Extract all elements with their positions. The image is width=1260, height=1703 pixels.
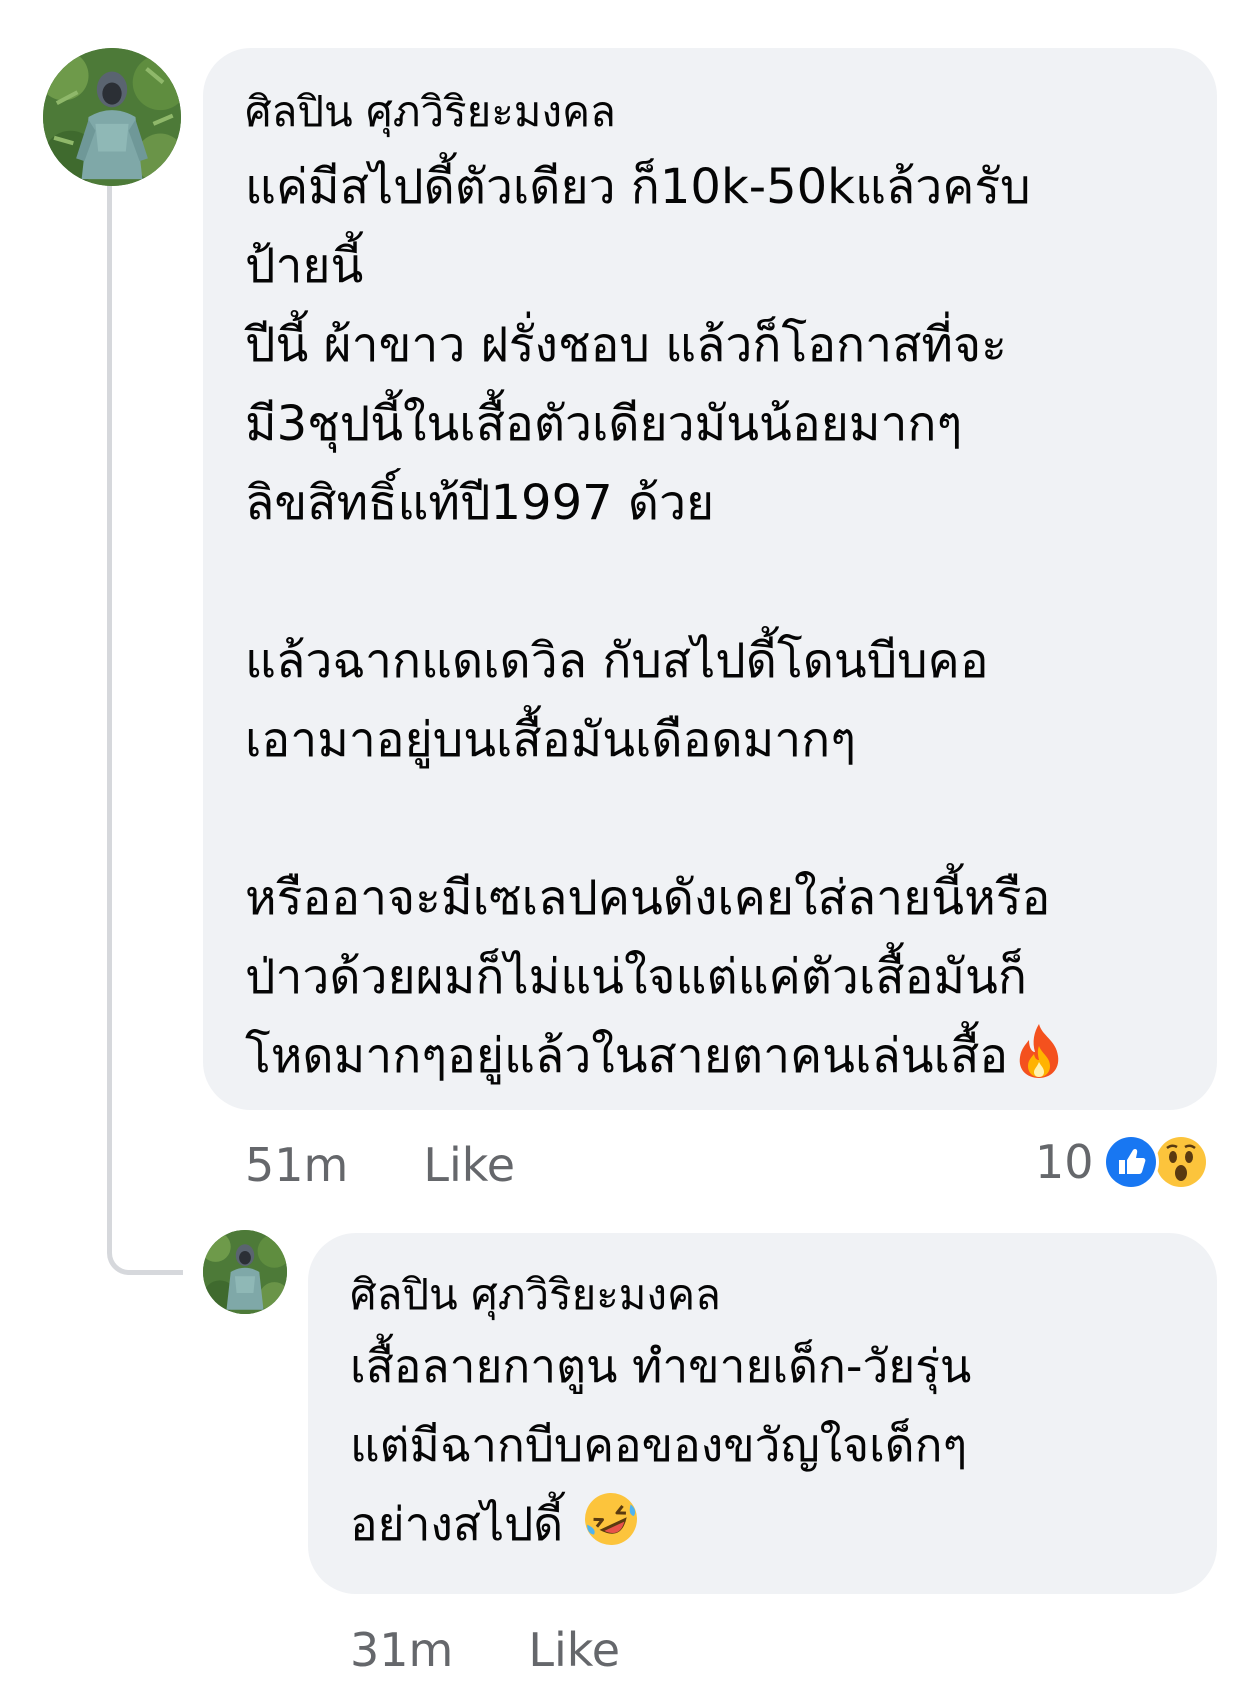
comment-reactions[interactable]: 10 — [1035, 1130, 1210, 1194]
rolling-laughing-emoji — [582, 1490, 640, 1572]
comment-bubble: ศิลปิน ศุภวิริยะมงคล แค่มีสไปดี้ตัวเดียว… — [203, 48, 1217, 1110]
reply-text: เสื้อลายกาตูน ทำขายเด็ก-วัยรุ่น แต่มีฉาก… — [350, 1327, 1177, 1572]
reply-avatar[interactable] — [203, 1230, 287, 1314]
reply-timestamp[interactable]: 31m — [350, 1623, 453, 1677]
comment-text-content: แค่มีสไปดี้ตัวเดียว ก็10k-50kแล้วครับ ป้… — [245, 159, 1051, 1084]
reply-thread-line — [107, 185, 183, 1275]
comment-like-button[interactable]: Like — [423, 1138, 515, 1192]
reply-like-button[interactable]: Like — [528, 1623, 620, 1677]
person-in-foliage-photo — [43, 48, 181, 186]
wow-reaction-icon — [1152, 1133, 1210, 1191]
commenter-avatar[interactable] — [43, 48, 181, 186]
comment-text: แค่มีสไปดี้ตัวเดียว ก็10k-50kแล้วครับ ป้… — [245, 148, 1177, 1104]
fire-emoji — [1012, 1022, 1066, 1104]
person-in-foliage-photo — [203, 1230, 287, 1314]
comment-timestamp[interactable]: 51m — [245, 1138, 348, 1192]
reply-text-content: เสื้อลายกาตูน ทำขายเด็ก-วัยรุ่น แต่มีฉาก… — [350, 1339, 972, 1551]
comment-author-name[interactable]: ศิลปิน ศุภวิริยะมงคล — [245, 82, 1177, 142]
reply-author-name[interactable]: ศิลปิน ศุภวิริยะมงคล — [350, 1265, 1177, 1325]
like-reaction-icon — [1102, 1133, 1160, 1191]
reply-bubble: ศิลปิน ศุภวิริยะมงคล เสื้อลายกาตูน ทำขาย… — [308, 1233, 1217, 1594]
reaction-count: 10 — [1035, 1135, 1094, 1189]
comment-meta: 51m Like — [245, 1135, 515, 1195]
reply-meta: 31m Like — [350, 1620, 620, 1680]
